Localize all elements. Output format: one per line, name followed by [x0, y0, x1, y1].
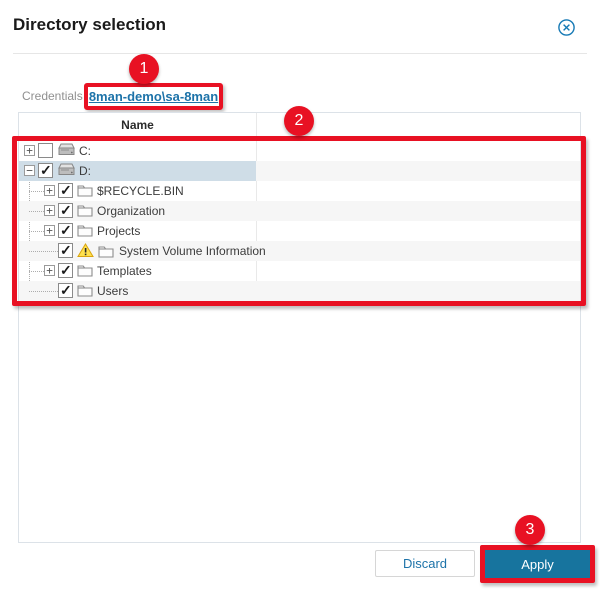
check-icon: ✓ [60, 222, 72, 239]
tree-connector [29, 191, 44, 192]
row-label: Templates [97, 264, 152, 278]
expand-icon[interactable]: + [44, 225, 55, 236]
tree-row[interactable]: + ✓ $RECYCLE.BIN [19, 181, 580, 201]
row-icons [77, 243, 114, 258]
tree-row[interactable]: + ✓ Projects [19, 221, 580, 241]
folder-icon [77, 203, 93, 217]
row-checkbox[interactable]: ✓ [58, 263, 73, 278]
tree-row[interactable]: ✓ System Volume Information [19, 241, 580, 261]
collapse-icon[interactable]: − [24, 165, 35, 176]
row-icons [77, 283, 93, 297]
directory-selection-dialog: Directory selection Credentials 8man-dem… [0, 0, 600, 599]
row-checkbox[interactable] [38, 143, 53, 158]
tree-row[interactable]: + ✓ Templates [19, 261, 580, 281]
credentials-label: Credentials [22, 89, 83, 103]
row-icons [57, 163, 75, 176]
folder-icon [77, 183, 93, 197]
row-label: Projects [97, 224, 140, 238]
tree-row[interactable]: ✓ Users [19, 281, 580, 301]
directory-tree-panel: Name + C: − ✓ [18, 112, 581, 543]
page-title: Directory selection [13, 15, 166, 35]
tree-connector [29, 211, 44, 212]
tree-connector [29, 291, 58, 292]
close-button[interactable] [556, 18, 576, 38]
row-checkbox[interactable]: ✓ [58, 183, 73, 198]
check-icon: ✓ [60, 242, 72, 259]
folder-icon [77, 263, 93, 277]
tree-connector [29, 251, 58, 252]
row-icons [77, 223, 93, 237]
row-label: C: [79, 144, 91, 158]
annotation-box-1: 8man-demo\sa-8man [84, 83, 223, 110]
name-column-header[interactable]: Name [19, 113, 256, 136]
title-separator [13, 53, 587, 54]
tree-row[interactable]: + C: [19, 141, 580, 161]
row-icons [57, 143, 75, 156]
row-label: $RECYCLE.BIN [97, 184, 184, 198]
expand-icon[interactable]: + [44, 185, 55, 196]
close-icon [557, 25, 576, 40]
drive-icon [57, 163, 75, 176]
row-checkbox[interactable]: ✓ [58, 283, 73, 298]
tree-connector [29, 271, 44, 272]
expand-icon[interactable]: + [44, 205, 55, 216]
discard-button[interactable]: Discard [375, 550, 475, 577]
check-icon: ✓ [60, 202, 72, 219]
folder-icon [77, 223, 93, 237]
folder-icon [77, 283, 93, 297]
tree-row[interactable]: + ✓ Organization [19, 201, 580, 221]
tree-connector [29, 231, 44, 232]
row-icons [77, 183, 93, 197]
row-checkbox[interactable]: ✓ [38, 163, 53, 178]
check-icon: ✓ [60, 282, 72, 299]
row-label: System Volume Information [119, 244, 266, 258]
annotation-badge-3: 3 [515, 515, 545, 545]
row-icons [77, 263, 93, 277]
tree-row[interactable]: − ✓ D: [19, 161, 580, 181]
tree-rows: + C: − ✓ [19, 141, 580, 301]
row-icons [77, 203, 93, 217]
credentials-link[interactable]: 8man-demo\sa-8man [89, 89, 218, 104]
annotation-badge-1: 1 [129, 54, 159, 84]
drive-icon [57, 143, 75, 156]
row-label: Organization [97, 204, 165, 218]
expand-icon[interactable]: + [44, 265, 55, 276]
check-icon: ✓ [60, 262, 72, 279]
check-icon: ✓ [40, 162, 52, 179]
apply-button[interactable]: Apply [485, 550, 590, 578]
row-label: D: [79, 164, 91, 178]
annotation-badge-2: 2 [284, 106, 314, 136]
check-icon: ✓ [60, 182, 72, 199]
folder-icon [98, 244, 114, 258]
row-checkbox[interactable]: ✓ [58, 223, 73, 238]
row-checkbox[interactable]: ✓ [58, 243, 73, 258]
expand-icon[interactable]: + [24, 145, 35, 156]
warning-icon [77, 243, 94, 258]
row-label: Users [97, 284, 128, 298]
row-checkbox[interactable]: ✓ [58, 203, 73, 218]
